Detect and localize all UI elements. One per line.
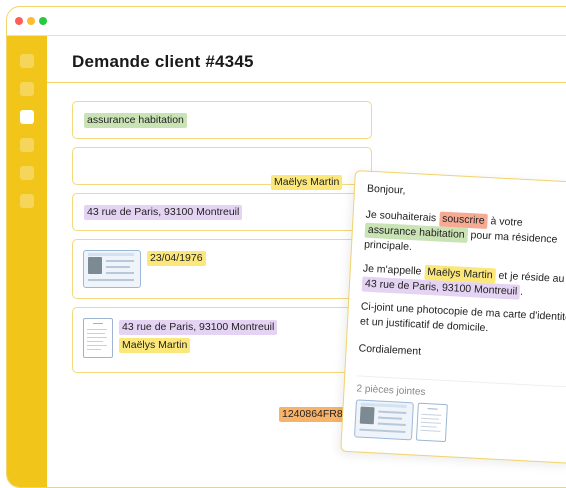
sidebar-item-1[interactable] bbox=[20, 54, 34, 68]
email-card: Bonjour, Je souhaiterais souscrire à vot… bbox=[340, 170, 566, 464]
document-address-tag: 43 rue de Paris, 93100 Montreuil bbox=[119, 320, 278, 335]
attachment-document-icon[interactable] bbox=[415, 402, 448, 443]
email-paragraph-1: Je souhaiterais souscrire à votre assura… bbox=[363, 208, 558, 254]
address-tag: 43 rue de Paris, 93100 Montreuil bbox=[84, 205, 243, 220]
birthdate-tag: 23/04/1976 bbox=[147, 251, 206, 266]
email-greeting: Bonjour, bbox=[366, 182, 406, 197]
email-paragraph-3: Ci-joint une photocopie de ma carte d'id… bbox=[359, 300, 566, 335]
email-closing: Cordialement bbox=[358, 342, 422, 358]
maximize-window-button[interactable] bbox=[39, 17, 47, 25]
field-id-card[interactable]: 23/04/1976 bbox=[72, 239, 372, 299]
field-product[interactable]: assurance habitation bbox=[72, 101, 372, 139]
page-title: Demande client #4345 bbox=[72, 52, 254, 71]
sidebar-item-3-active[interactable] bbox=[20, 110, 34, 124]
attachment-id-card-icon[interactable] bbox=[354, 399, 414, 441]
sidebar-item-6[interactable] bbox=[20, 194, 34, 208]
page-header: Demande client #4345 bbox=[47, 36, 566, 83]
floating-name-tag: Maëlys Martin bbox=[271, 175, 343, 190]
document-name-tag: Maëlys Martin bbox=[119, 338, 191, 353]
sidebar-item-5[interactable] bbox=[20, 166, 34, 180]
title-bar bbox=[7, 7, 566, 36]
product-tag: assurance habitation bbox=[84, 113, 187, 128]
sidebar bbox=[7, 36, 47, 487]
close-window-button[interactable] bbox=[15, 17, 23, 25]
field-address[interactable]: 43 rue de Paris, 93100 Montreuil bbox=[72, 193, 372, 231]
id-card-icon bbox=[83, 250, 141, 288]
field-document[interactable]: 43 rue de Paris, 93100 Montreuil Maëlys … bbox=[72, 307, 372, 373]
minimize-window-button[interactable] bbox=[27, 17, 35, 25]
sidebar-item-4[interactable] bbox=[20, 138, 34, 152]
document-icon bbox=[83, 318, 113, 358]
sidebar-item-2[interactable] bbox=[20, 82, 34, 96]
email-paragraph-2: Je m'appelle Maëlys Martin et je réside … bbox=[361, 262, 565, 300]
